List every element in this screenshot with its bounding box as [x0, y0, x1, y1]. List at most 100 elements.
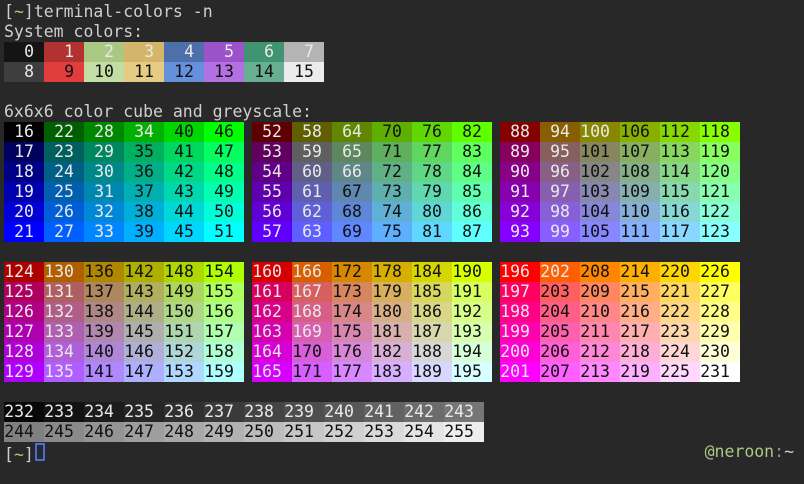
color-cell-137: 137 [84, 282, 124, 302]
color-cell-29: 29 [84, 142, 124, 162]
cube-block-row: 199205211217223229 [500, 322, 740, 342]
cube-block-row: 8894100106112118 [500, 122, 740, 142]
color-cell-75: 75 [372, 222, 412, 242]
color-cell-216: 216 [620, 302, 660, 322]
color-cell-31: 31 [84, 182, 124, 202]
color-cell-71: 71 [372, 142, 412, 162]
color-cell-10: 10 [84, 62, 124, 82]
color-cell-38: 38 [124, 202, 164, 222]
cube-block-row: 196202208214220226 [500, 262, 740, 282]
color-cell-240: 240 [324, 402, 364, 422]
prompt-tilde: ~ [14, 2, 24, 21]
color-cell-110: 110 [620, 202, 660, 222]
terminal-screen[interactable]: [~]terminal-colors -n System colors: 012… [0, 0, 804, 484]
cube-block-row: 124130136142148154 [4, 262, 244, 282]
color-cell-182: 182 [372, 342, 412, 362]
color-cell-124: 124 [4, 262, 44, 282]
cube-block-row: 9399105111117123 [500, 222, 740, 242]
color-cell-152: 152 [164, 342, 204, 362]
color-cell-147: 147 [124, 362, 164, 382]
color-cell-218: 218 [620, 342, 660, 362]
color-cell-45: 45 [164, 222, 204, 242]
color-cell-30: 30 [84, 162, 124, 182]
color-cell-193: 193 [452, 322, 492, 342]
cube-block-row: 164170176182188194 [252, 342, 492, 362]
rprompt-path: ~ [784, 442, 794, 461]
color-cell-150: 150 [164, 302, 204, 322]
color-cell-127: 127 [4, 322, 44, 342]
color-cell-146: 146 [124, 342, 164, 362]
color-cell-51: 51 [204, 222, 244, 242]
color-cell-184: 184 [412, 262, 452, 282]
color-cell-82: 82 [452, 122, 492, 142]
cube-block-124: 1241301361421481541251311371431491551261… [4, 262, 244, 382]
color-cell-78: 78 [412, 162, 452, 182]
color-cell-92: 92 [500, 202, 540, 222]
color-cell-170: 170 [292, 342, 332, 362]
color-cell-248: 248 [164, 422, 204, 442]
color-cell-28: 28 [84, 122, 124, 142]
cube-block-196: 1962022082142202261972032092152212271982… [500, 262, 740, 382]
color-cell-97: 97 [540, 182, 580, 202]
color-cell-232: 232 [4, 402, 44, 422]
color-cell-37: 37 [124, 182, 164, 202]
color-cell-14: 14 [244, 62, 284, 82]
color-cell-213: 213 [580, 362, 620, 382]
color-cell-57: 57 [252, 222, 292, 242]
color-cell-70: 70 [372, 122, 412, 142]
color-cell-140: 140 [84, 342, 124, 362]
terminal-cursor[interactable] [35, 443, 45, 461]
color-cell-138: 138 [84, 302, 124, 322]
color-cell-25: 25 [44, 182, 84, 202]
color-cell-11: 11 [124, 62, 164, 82]
color-cell-202: 202 [540, 262, 580, 282]
color-cell-126: 126 [4, 302, 44, 322]
color-cell-207: 207 [540, 362, 580, 382]
cube-block-52: 5258647076825359657177835460667278845561… [252, 122, 492, 242]
color-cell-143: 143 [124, 282, 164, 302]
color-cell-49: 49 [204, 182, 244, 202]
color-cell-81: 81 [412, 222, 452, 242]
color-cell-7: 7 [284, 42, 324, 62]
color-cell-179: 179 [372, 282, 412, 302]
color-cell-67: 67 [332, 182, 372, 202]
cube-block-88: 8894100106112118899510110711311990961021… [500, 122, 740, 242]
color-cell-186: 186 [412, 302, 452, 322]
color-cell-238: 238 [244, 402, 284, 422]
color-cell-161: 161 [252, 282, 292, 302]
color-cell-9: 9 [44, 62, 84, 82]
color-cell-224: 224 [660, 342, 700, 362]
color-cell-83: 83 [452, 142, 492, 162]
color-cell-167: 167 [292, 282, 332, 302]
color-cell-130: 130 [44, 262, 84, 282]
color-cell-129: 129 [4, 362, 44, 382]
color-cell-163: 163 [252, 322, 292, 342]
color-cell-185: 185 [412, 282, 452, 302]
cube-block-row: 127133139145151157 [4, 322, 244, 342]
color-cell-227: 227 [700, 282, 740, 302]
color-cell-192: 192 [452, 302, 492, 322]
color-cell-77: 77 [412, 142, 452, 162]
color-cell-155: 155 [204, 282, 244, 302]
color-cell-233: 233 [44, 402, 84, 422]
command-line: [~]terminal-colors -n [4, 2, 804, 22]
color-cell-112: 112 [660, 122, 700, 142]
color-cell-180: 180 [372, 302, 412, 322]
color-cell-135: 135 [44, 362, 84, 382]
prompt-bracket-open: [ [4, 445, 14, 464]
color-cell-21: 21 [4, 222, 44, 242]
color-cell-39: 39 [124, 222, 164, 242]
color-cell-211: 211 [580, 322, 620, 342]
color-cell-156: 156 [204, 302, 244, 322]
color-cell-59: 59 [292, 142, 332, 162]
color-cell-214: 214 [620, 262, 660, 282]
cube-block-16: 1622283440461723293541471824303642481925… [4, 122, 244, 242]
color-cell-173: 173 [332, 282, 372, 302]
color-cell-94: 94 [540, 122, 580, 142]
color-cell-183: 183 [372, 362, 412, 382]
cube-block-row: 128134140146152158 [4, 342, 244, 362]
color-cell-111: 111 [620, 222, 660, 242]
color-cell-243: 243 [444, 402, 484, 422]
color-cell-128: 128 [4, 342, 44, 362]
prompt-bracket-close: ] [24, 2, 34, 21]
